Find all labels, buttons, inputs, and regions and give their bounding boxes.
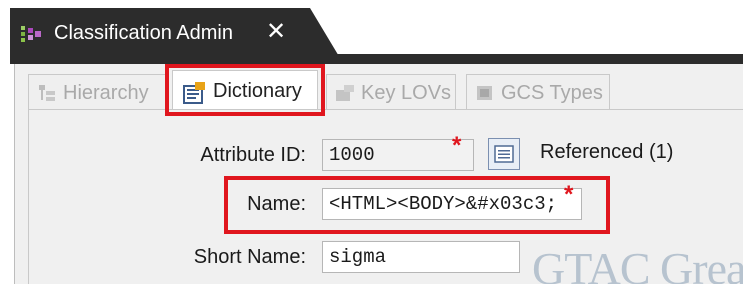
tab-hierarchy[interactable]: Hierarchy (28, 74, 166, 110)
hierarchy-icon (39, 85, 55, 101)
tab-gcs-types[interactable]: GCS Types (466, 74, 610, 110)
referenced-count-label: Referenced (1) (540, 141, 674, 163)
tab-underline-band (10, 54, 743, 64)
tab-key-lovs[interactable]: Key LOVs (326, 74, 456, 110)
editor-tab-title: Classification Admin (54, 22, 233, 44)
classification-admin-icon (21, 26, 41, 42)
tab-hierarchy-label: Hierarchy (63, 82, 149, 104)
gcs-types-icon (477, 86, 492, 100)
highlight-box-dictionary-tab (165, 64, 325, 116)
attribute-id-label: Attribute ID: (200, 144, 306, 166)
key-lovs-icon (336, 85, 354, 101)
short-name-label: Short Name: (193, 246, 306, 268)
tab-gcs-types-label: GCS Types (501, 82, 603, 104)
watermark: GTAC Great (532, 243, 743, 284)
required-marker-attribute-id: * (452, 132, 462, 159)
short-name-field[interactable]: sigma (322, 241, 520, 273)
editor-tab-classification-admin[interactable]: Classification Admin ✕ (10, 8, 340, 58)
referenced-list-button[interactable] (488, 138, 520, 170)
highlight-box-name-field (224, 176, 610, 234)
list-icon (494, 145, 514, 163)
tab-key-lovs-label: Key LOVs (361, 82, 452, 104)
close-icon[interactable]: ✕ (266, 18, 286, 46)
